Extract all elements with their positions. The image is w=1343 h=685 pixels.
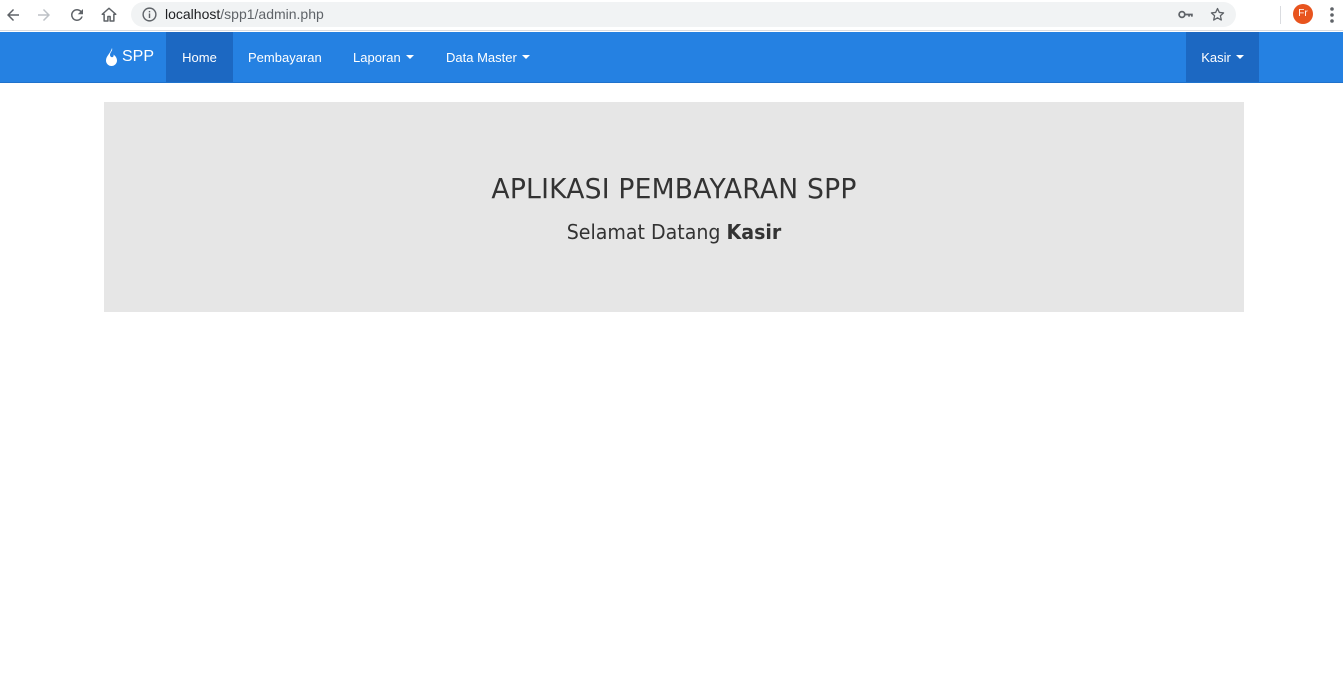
nav-home-label: Home [182, 49, 217, 65]
main-navbar: SPP Home Pembayaran Laporan Data Master … [0, 32, 1343, 83]
arrow-right-icon [38, 9, 50, 21]
caret-down-icon [521, 55, 530, 59]
browser-toolbar: localhost/spp1/admin.php Fr [0, 0, 1343, 31]
profile-avatar[interactable]: Fr [1293, 4, 1313, 24]
home-button[interactable] [97, 3, 121, 27]
app-title: APLIKASI PEMBAYARAN SPP [491, 172, 857, 205]
key-icon[interactable] [1177, 6, 1194, 23]
back-button[interactable] [1, 3, 25, 27]
info-icon [142, 7, 157, 22]
toolbar-divider [1280, 6, 1281, 24]
brand-logo[interactable]: SPP [103, 32, 154, 82]
reload-button[interactable] [65, 3, 89, 27]
caret-down-icon [405, 55, 414, 59]
nav-data-master-label: Data Master [446, 49, 517, 65]
nav-data-master[interactable]: Data Master [431, 32, 545, 82]
nav-pembayaran[interactable]: Pembayaran [233, 32, 337, 82]
welcome-jumbotron: APLIKASI PEMBAYARAN SPP Selamat Datang K… [104, 102, 1244, 312]
arrow-left-icon [7, 9, 19, 21]
nav-home[interactable]: Home [166, 32, 233, 82]
home-icon [101, 7, 117, 22]
current-user-name: Kasir [726, 220, 782, 244]
greeting-text: Selamat Datang [566, 220, 727, 244]
caret-down-icon [1235, 55, 1244, 59]
address-bar[interactable]: localhost/spp1/admin.php [131, 2, 1236, 27]
user-menu-label: Kasir [1201, 49, 1231, 65]
nav-pembayaran-label: Pembayaran [248, 49, 322, 65]
nav-laporan[interactable]: Laporan [338, 32, 429, 82]
welcome-message: Selamat Datang Kasir [133, 220, 1216, 244]
brand-text: SPP [122, 48, 155, 65]
nav-laporan-label: Laporan [353, 49, 401, 65]
flame-icon [106, 48, 117, 66]
user-menu[interactable]: Kasir [1186, 32, 1259, 82]
more-vert-icon[interactable] [1328, 5, 1336, 25]
forward-button[interactable] [32, 3, 56, 27]
url-text: localhost/spp1/admin.php [165, 6, 324, 22]
reload-icon [70, 8, 83, 21]
star-icon[interactable] [1209, 6, 1226, 23]
